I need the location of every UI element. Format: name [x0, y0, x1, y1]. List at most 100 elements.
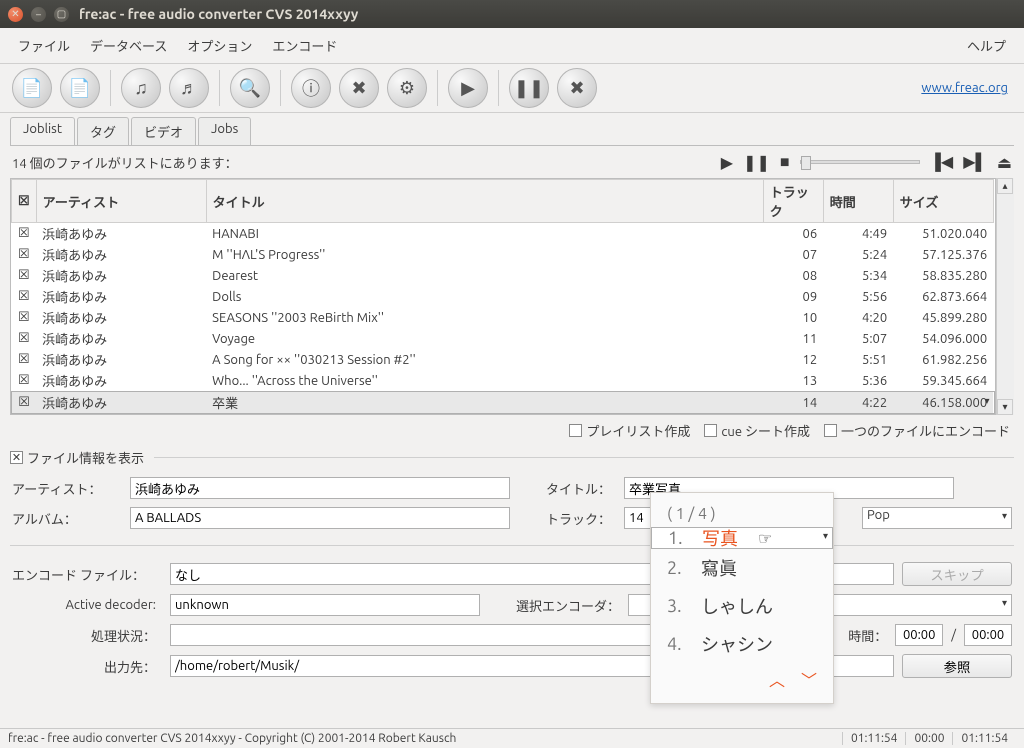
play-icon[interactable]: ▶ [721, 153, 733, 172]
scroll-up-button[interactable]: ▴ [997, 178, 1013, 194]
position-slider[interactable] [800, 160, 920, 164]
table-row[interactable]: ☒ 浜崎あゆみ Dolls 09 5:56 62.873.664 [12, 286, 995, 307]
pause-button[interactable]: ❚❚ [509, 68, 549, 108]
genre-select[interactable]: Pop [862, 507, 1012, 529]
ime-up-icon[interactable]: ︿ [769, 667, 785, 691]
ime-down-icon[interactable]: ﹀ [801, 667, 817, 691]
menu-file[interactable]: ファイル [8, 32, 80, 59]
row-track: 10 [763, 307, 823, 328]
info-button[interactable]: ⓘ [291, 68, 331, 108]
search-button[interactable]: 🔍 [230, 68, 270, 108]
menu-help[interactable]: ヘルプ [957, 32, 1016, 59]
table-row[interactable]: ☒ 浜崎あゆみ SEASONS ''2003 ReBirth Mix'' 10 … [12, 307, 995, 328]
window-title: fre:ac - free audio converter CVS 2014xx… [79, 6, 358, 22]
album-input[interactable] [130, 507, 510, 529]
cddb-button[interactable]: ♫ [121, 68, 161, 108]
row-title: Who... ''Across the Universe'' [206, 370, 763, 392]
row-artist: 浜崎あゆみ [36, 328, 206, 349]
row-track: 08 [763, 265, 823, 286]
ime-candidate[interactable]: 1.写真☞ [651, 527, 833, 549]
artist-input[interactable] [130, 477, 510, 499]
play-button[interactable]: ▶ [448, 68, 488, 108]
row-size: 58.835.280 [893, 265, 993, 286]
ime-candidate[interactable]: 2.寫眞 [651, 549, 833, 587]
tab-joblist[interactable]: Joblist [10, 117, 75, 145]
window-minimize-button[interactable]: – [31, 7, 46, 22]
status-time-1: 01:11:54 [842, 732, 906, 745]
row-track: 12 [763, 349, 823, 370]
stop-button[interactable]: ✖ [557, 68, 597, 108]
col-header-time[interactable]: 時間 [823, 180, 893, 223]
row-checkbox[interactable]: ☒ [12, 307, 37, 328]
stop-icon[interactable]: ■ [780, 153, 790, 172]
single-file-checkbox[interactable]: 一つのファイルにエンコード [824, 421, 1010, 440]
row-track: 09 [763, 286, 823, 307]
col-header-title[interactable]: タイトル [206, 180, 763, 223]
window-maximize-button[interactable]: ▢ [54, 7, 69, 22]
ime-candidate[interactable]: 4.シャシン [651, 625, 833, 663]
row-time: 5:51 [823, 349, 893, 370]
col-header-size[interactable]: サイズ [893, 180, 993, 223]
progress-label: 処理状況： [12, 626, 162, 645]
file-count-status: 14 個のファイルがリストにあります： [12, 153, 238, 172]
pause-icon[interactable]: ❚❚ [743, 153, 770, 172]
clear-button[interactable]: ✖ [339, 68, 379, 108]
col-header-artist[interactable]: アーティスト [36, 180, 206, 223]
ime-candidate[interactable]: 3.しゃしん [651, 587, 833, 625]
window-close-button[interactable]: ✕ [8, 7, 23, 22]
cue-checkbox[interactable]: cue シート作成 [704, 421, 810, 440]
cddb-options-button[interactable]: ♬ [169, 68, 209, 108]
table-row[interactable]: ☒ 浜崎あゆみ Dearest 08 5:34 58.835.280 [12, 265, 995, 286]
row-title: SEASONS ''2003 ReBirth Mix'' [206, 307, 763, 328]
tab-video[interactable]: ビデオ [131, 117, 196, 145]
row-checkbox[interactable]: ☒ [12, 223, 37, 245]
row-time: 5:36 [823, 370, 893, 392]
row-checkbox[interactable]: ☒ [12, 370, 37, 392]
menu-encode[interactable]: エンコード [262, 32, 347, 59]
status-time-3: 01:11:54 [952, 732, 1016, 745]
prev-icon[interactable]: ▐◀ [930, 152, 954, 172]
skip-button[interactable]: スキップ [902, 562, 1012, 586]
scroll-down-button[interactable]: ▾ [997, 399, 1013, 415]
row-track: 11 [763, 328, 823, 349]
row-checkbox[interactable]: ☒ [12, 349, 37, 370]
browse-button[interactable]: 参照 [902, 654, 1012, 678]
menu-database[interactable]: データベース [80, 32, 177, 59]
col-header-track[interactable]: トラック [763, 180, 823, 223]
website-link[interactable]: www.freac.org [921, 81, 1008, 95]
table-row[interactable]: ☒ 浜崎あゆみ Who... ''Across the Universe'' 1… [12, 370, 995, 392]
encode-file-label: エンコード ファイル： [12, 565, 162, 584]
row-title: M ''HʌL'S Progress'' [206, 244, 763, 265]
row-time: 4:20 [823, 307, 893, 328]
settings-button[interactable]: ⚙ [387, 68, 427, 108]
fileinfo-checkbox[interactable]: ✕ [10, 451, 23, 464]
track-label: トラック： [546, 509, 616, 528]
table-row[interactable]: ☒ 浜崎あゆみ A Song for ×× ''030213 Session #… [12, 349, 995, 370]
menu-options[interactable]: オプション [177, 32, 262, 59]
col-header-select[interactable]: ☒ [12, 180, 37, 223]
row-checkbox[interactable]: ☒ [12, 286, 37, 307]
row-checkbox[interactable]: ☒ [12, 244, 37, 265]
row-time: 5:24 [823, 244, 893, 265]
table-row[interactable]: ☒ 浜崎あゆみ M ''HʌL'S Progress'' 07 5:24 57.… [12, 244, 995, 265]
row-time: 5:56 [823, 286, 893, 307]
row-artist: 浜崎あゆみ [36, 349, 206, 370]
row-checkbox[interactable]: ☒ [12, 265, 37, 286]
playlist-checkbox[interactable]: プレイリスト作成 [569, 421, 690, 440]
decoder-label: Active decoder: [12, 598, 162, 612]
table-row[interactable]: ☒ 浜崎あゆみ 卒業 14 4:22 46.158.000 [12, 392, 995, 414]
artist-label: アーティスト： [12, 479, 122, 498]
remove-file-button[interactable]: 📄 [60, 68, 100, 108]
next-icon[interactable]: ▶▌ [963, 152, 987, 172]
eject-icon[interactable]: ⏏ [997, 153, 1012, 172]
row-checkbox[interactable]: ☒ [12, 392, 37, 414]
tab-jobs[interactable]: Jobs [198, 117, 251, 145]
add-files-button[interactable]: 📄 [12, 68, 52, 108]
table-row[interactable]: ☒ 浜崎あゆみ Voyage 11 5:07 54.096.000 [12, 328, 995, 349]
cursor-icon: ☞ [758, 529, 772, 548]
tab-tag[interactable]: タグ [77, 117, 129, 145]
row-checkbox[interactable]: ☒ [12, 328, 37, 349]
row-artist: 浜崎あゆみ [36, 392, 206, 414]
encoder-label: 選択エンコーダ： [516, 596, 620, 615]
table-row[interactable]: ☒ 浜崎あゆみ HANABI 06 4:49 51.020.040 [12, 223, 995, 245]
